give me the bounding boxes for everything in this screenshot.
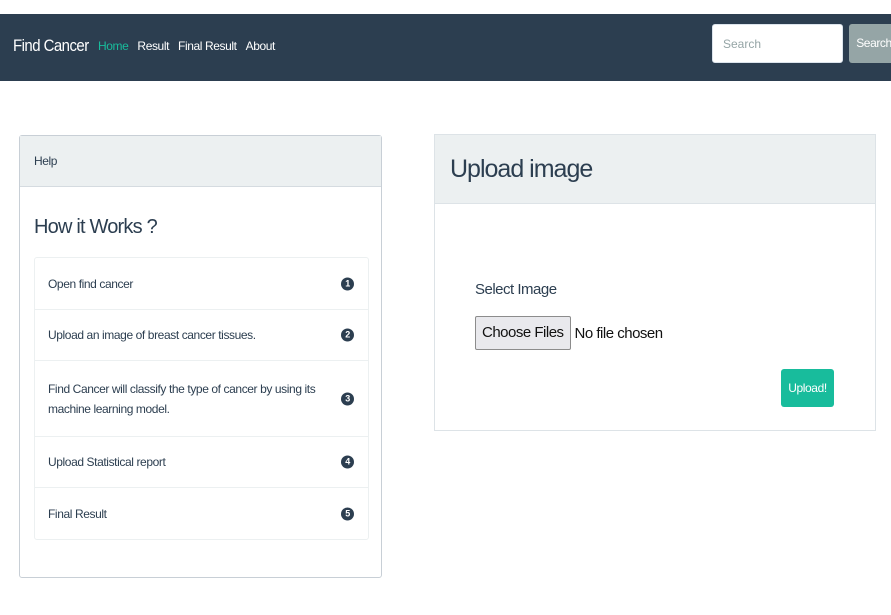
step-badge: 2 (341, 328, 354, 342)
list-item: Upload an image of breast cancer tissues… (35, 310, 368, 361)
choose-files-button[interactable]: Choose Files (475, 316, 571, 350)
step-text: Upload an image of breast cancer tissues… (48, 328, 256, 342)
help-panel-header: Help (20, 136, 381, 187)
search-button[interactable]: Search (849, 24, 891, 63)
list-item: Final Result 5 (35, 488, 368, 539)
upload-panel-title: Upload image (435, 135, 875, 204)
nav-link-about[interactable]: About (246, 39, 276, 53)
help-panel: Help How it Works ? Open find cancer 1 U… (19, 135, 382, 578)
navbar: Find Cancer Home Result Final Result Abo… (0, 14, 891, 81)
search-input[interactable] (712, 24, 843, 63)
step-badge: 1 (341, 277, 354, 290)
brand[interactable]: Find Cancer (13, 36, 89, 56)
step-text: Find Cancer will classify the type of ca… (48, 381, 316, 416)
file-status: No file chosen (574, 324, 664, 342)
select-image-label: Select Image (475, 281, 557, 298)
nav-link-final-result[interactable]: Final Result (178, 39, 237, 53)
upload-panel: Upload image Select Image Choose Files N… (434, 134, 876, 431)
top-strip (0, 0, 891, 14)
step-text: Upload Statistical report (48, 455, 166, 469)
file-input[interactable]: Choose Files No file chosen (475, 316, 663, 350)
list-item: Open find cancer 1 (35, 258, 368, 310)
step-badge: 5 (341, 507, 354, 520)
nav-links: Home Result Final Result About (98, 39, 275, 53)
upload-button[interactable]: Upload! (781, 369, 834, 407)
list-item: Upload Statistical report 4 (35, 437, 368, 488)
nav-link-home[interactable]: Home (98, 39, 129, 53)
step-badge: 4 (341, 455, 354, 469)
faded-watermark (728, 601, 888, 615)
list-item: Find Cancer will classify the type of ca… (35, 361, 368, 437)
step-badge: 3 (341, 392, 354, 405)
step-text: Final Result (48, 506, 107, 521)
step-text: Open find cancer (48, 276, 133, 291)
how-it-works-title: How it Works ? (34, 216, 158, 238)
nav-link-result[interactable]: Result (137, 39, 169, 53)
steps-list: Open find cancer 1 Upload an image of br… (34, 257, 369, 540)
